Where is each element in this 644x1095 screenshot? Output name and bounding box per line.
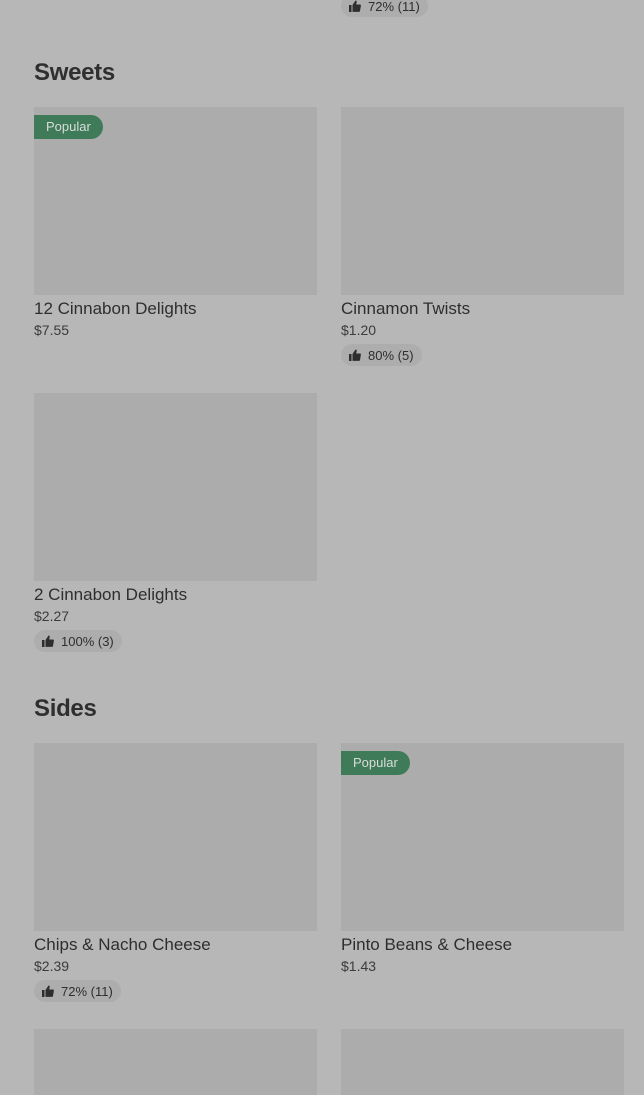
popular-badge: Popular xyxy=(34,115,103,139)
item-price: $2.39 xyxy=(34,958,70,974)
menu-item-card[interactable] xyxy=(341,1029,624,1095)
item-image xyxy=(341,1029,624,1095)
menu-item-card[interactable]: Popular 12 Cinnabon Delights $7.55 xyxy=(34,107,317,338)
rating-chip: 80% (5) xyxy=(341,344,422,366)
item-image: Popular xyxy=(341,743,624,931)
rating-chip: 72% (11) xyxy=(341,0,428,17)
item-price: $2.27 xyxy=(34,608,70,624)
menu-item-card[interactable] xyxy=(34,1029,317,1095)
section-title-sweets: Sweets xyxy=(34,59,115,86)
item-price: $7.55 xyxy=(34,322,70,338)
rating-label: 72% (11) xyxy=(368,0,420,14)
popular-badge: Popular xyxy=(341,751,410,775)
thumbs-up-icon xyxy=(349,0,361,12)
rating-label: 72% (11) xyxy=(61,983,113,999)
thumbs-up-icon xyxy=(42,985,54,997)
item-name: Chips & Nacho Cheese xyxy=(34,935,211,954)
item-image xyxy=(34,743,317,931)
item-name: 12 Cinnabon Delights xyxy=(34,299,197,318)
menu-item-card[interactable]: Cinnamon Twists $1.20 80% (5) xyxy=(341,107,624,366)
item-image: Popular xyxy=(34,107,317,295)
item-name: Pinto Beans & Cheese xyxy=(341,935,513,954)
item-price: $1.20 xyxy=(341,322,377,338)
section-title-sides: Sides xyxy=(34,695,97,722)
item-image xyxy=(34,1029,317,1095)
item-name: 2 Cinnabon Delights xyxy=(34,585,188,604)
item-price: $1.43 xyxy=(341,958,377,974)
menu-item-card[interactable]: 2 Cinnabon Delights $2.27 100% (3) xyxy=(34,393,317,652)
thumbs-up-icon xyxy=(42,635,54,647)
rating-label: 80% (5) xyxy=(368,347,414,363)
menu-page: 72% (11) Sweets Popular 12 Cinnabon Deli… xyxy=(0,0,644,1095)
thumbs-up-icon xyxy=(349,349,361,361)
item-name: Cinnamon Twists xyxy=(341,299,471,318)
rating-chip: 100% (3) xyxy=(34,630,122,652)
menu-item-card[interactable]: Popular Pinto Beans & Cheese $1.43 xyxy=(341,743,624,974)
item-image xyxy=(341,107,624,295)
rating-chip: 72% (11) xyxy=(34,980,121,1002)
rating-label: 100% (3) xyxy=(61,633,114,649)
menu-item-card[interactable]: Chips & Nacho Cheese $2.39 72% (11) xyxy=(34,743,317,1002)
item-image xyxy=(34,393,317,581)
